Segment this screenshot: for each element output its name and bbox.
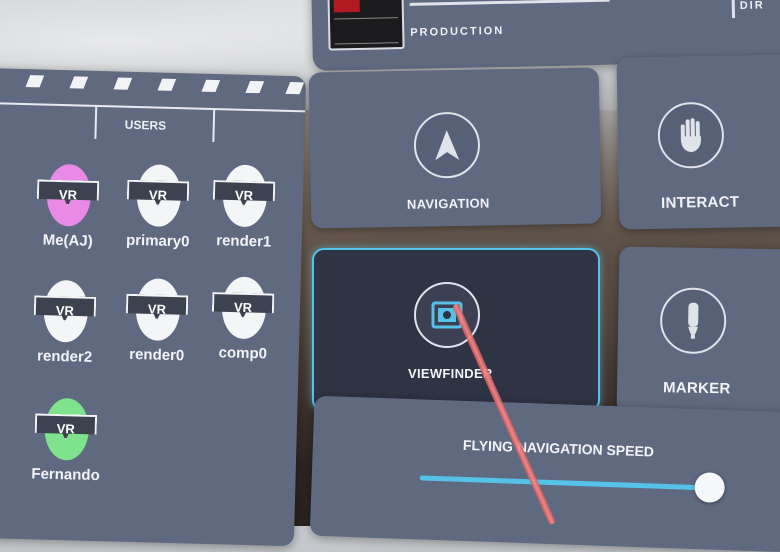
- user-item[interactable]: VR Me(AJ): [28, 163, 110, 250]
- divider: [409, 0, 610, 6]
- speed-slider-track[interactable]: [419, 475, 716, 491]
- user-item[interactable]: VR comp0: [203, 276, 285, 363]
- production-label: PRODUCTION: [410, 24, 505, 39]
- user-name: comp0: [218, 344, 268, 363]
- navigation-arrow-icon: [413, 111, 481, 179]
- interact-label: INTERACT: [660, 193, 740, 212]
- avatar: VR: [39, 279, 93, 343]
- user-name: Me(AJ): [42, 231, 93, 250]
- users-panel: USERS VR Me(AJ) VR primary0 VR render1 V…: [0, 67, 307, 547]
- clapperboard-thumbnail: [327, 0, 405, 51]
- navigation-tool-button[interactable]: NAVIGATION: [308, 67, 602, 229]
- users-title: USERS: [124, 117, 167, 133]
- director-label: DIR: [739, 0, 765, 12]
- divider: [212, 107, 216, 143]
- user-item[interactable]: VR primary0: [118, 164, 200, 251]
- interact-tool-button[interactable]: INTERACT: [616, 54, 780, 230]
- marker-tool-button[interactable]: MARKER: [616, 246, 780, 418]
- avatar: VR: [218, 164, 272, 228]
- marker-pen-icon: [659, 287, 727, 355]
- divider: [94, 104, 98, 139]
- user-item[interactable]: VR render2: [24, 279, 106, 366]
- avatar: VR: [131, 278, 185, 342]
- user-item[interactable]: VR render1: [204, 164, 286, 251]
- marker-label: MARKER: [662, 379, 731, 398]
- user-item[interactable]: VR render0: [117, 278, 199, 365]
- user-name: Fernando: [31, 465, 100, 485]
- speed-slider-panel: FLYING NAVIGATION SPEED: [309, 395, 780, 552]
- speed-slider-label: FLYING NAVIGATION SPEED: [462, 436, 655, 460]
- user-name: primary0: [125, 231, 190, 251]
- divider: [731, 0, 736, 19]
- speed-slider-knob[interactable]: [694, 471, 726, 504]
- user-item[interactable]: VR Fernando: [25, 397, 107, 484]
- avatar: VR: [42, 163, 96, 227]
- hand-icon: [657, 101, 725, 169]
- avatar: VR: [217, 276, 271, 340]
- navigation-label: NAVIGATION: [406, 195, 490, 212]
- avatar: VR: [132, 164, 186, 228]
- user-name: render2: [36, 347, 93, 366]
- avatar: VR: [40, 397, 94, 461]
- user-name: render0: [129, 345, 185, 365]
- viewfinder-tool-button[interactable]: VIEWFINDER: [312, 248, 600, 412]
- user-name: render1: [216, 232, 272, 251]
